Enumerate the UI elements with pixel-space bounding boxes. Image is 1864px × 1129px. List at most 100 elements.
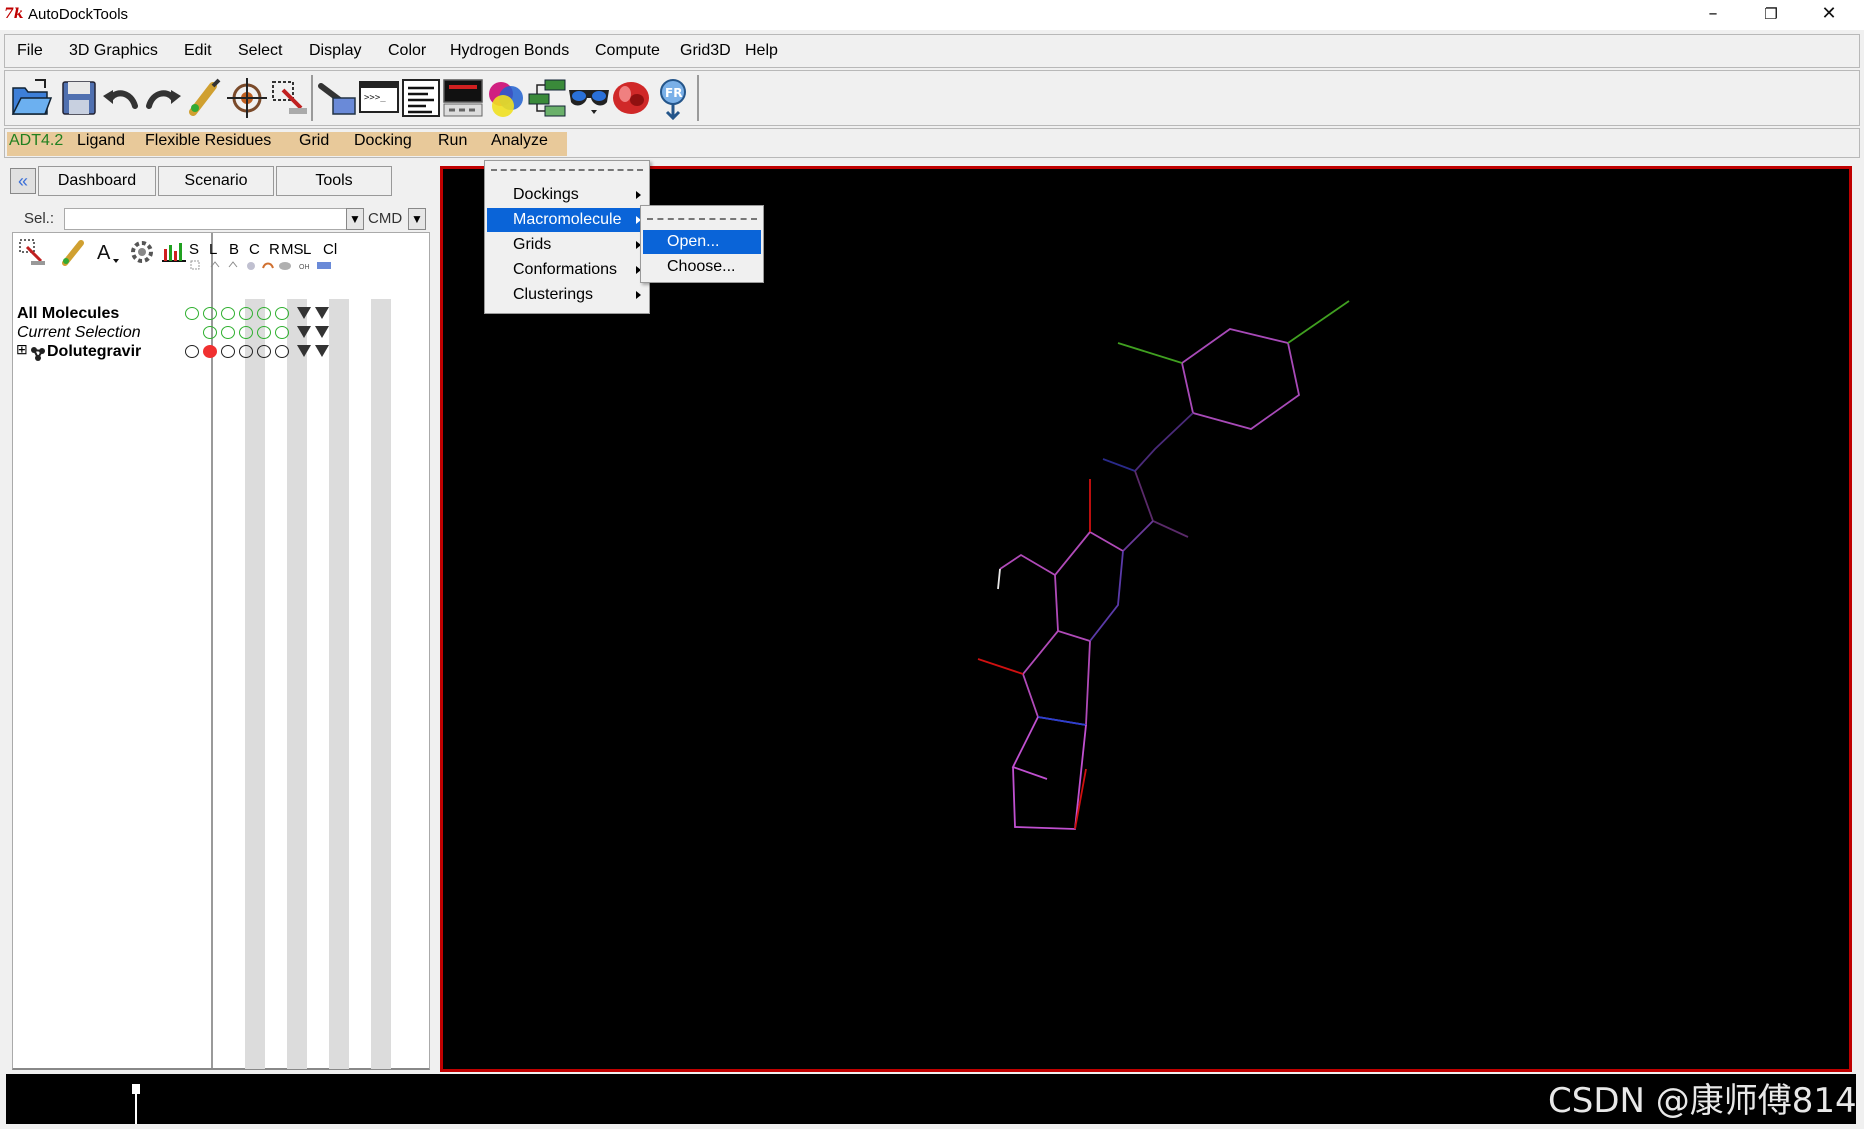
restore-button[interactable]: ❐ bbox=[1742, 0, 1800, 30]
hierarchy-icon[interactable] bbox=[525, 76, 569, 120]
title-bar: 7k AutoDockTools – ❐ ✕ bbox=[0, 0, 1864, 30]
text-list-icon[interactable] bbox=[399, 76, 443, 120]
3d-viewer[interactable] bbox=[440, 166, 1852, 1072]
menu-item-conformations[interactable]: Conformations bbox=[487, 258, 647, 282]
menu-edit[interactable]: Edit bbox=[184, 42, 212, 60]
pick-icon[interactable] bbox=[183, 76, 227, 120]
select-tool-icon[interactable] bbox=[17, 237, 47, 267]
close-button[interactable]: ✕ bbox=[1800, 0, 1858, 30]
python-shell-icon[interactable] bbox=[315, 76, 359, 120]
menu-item-choose[interactable]: Choose... bbox=[643, 255, 761, 279]
collapse-panel-button[interactable]: « bbox=[10, 168, 36, 194]
minimize-button[interactable]: – bbox=[1684, 0, 1742, 30]
menu-hydrogen-bonds[interactable]: Hydrogen Bonds bbox=[450, 42, 569, 60]
menu-item-open[interactable]: Open... bbox=[643, 230, 761, 254]
tk-app-icon: 7k bbox=[4, 6, 24, 22]
tab-tools[interactable]: Tools bbox=[276, 166, 392, 196]
labels-menu-dolutegravir[interactable] bbox=[297, 345, 311, 357]
toggle-msms-all[interactable] bbox=[275, 307, 289, 320]
redo-icon[interactable] bbox=[141, 76, 185, 120]
lower-ring bbox=[1021, 630, 1091, 727]
message-box-icon[interactable]: >>>_ bbox=[357, 76, 401, 120]
color-icon[interactable] bbox=[483, 76, 527, 120]
toggle-bonds-dolutegravir[interactable] bbox=[221, 345, 235, 358]
tree-item-all-molecules[interactable]: All Molecules bbox=[17, 305, 119, 323]
color-menu-all[interactable] bbox=[315, 307, 329, 319]
selection-input[interactable] bbox=[64, 208, 348, 230]
label-tool-icon[interactable]: A bbox=[93, 237, 123, 267]
open-icon[interactable] bbox=[9, 76, 53, 120]
labels-menu-all[interactable] bbox=[297, 307, 311, 319]
tab-scenario[interactable]: Scenario bbox=[158, 166, 274, 196]
adt-tab-version[interactable]: ADT4.2 bbox=[9, 132, 63, 150]
info-icon[interactable]: FR bbox=[651, 76, 695, 120]
adt-tab-run[interactable]: Run bbox=[438, 132, 467, 150]
menu-tearoff[interactable] bbox=[647, 218, 757, 220]
selection-dropdown-button[interactable]: ▼ bbox=[346, 208, 364, 230]
column-stripe bbox=[329, 299, 349, 1069]
menu-select[interactable]: Select bbox=[238, 42, 282, 60]
menu-compute[interactable]: Compute bbox=[595, 42, 660, 60]
center-icon[interactable] bbox=[225, 76, 269, 120]
tree-item-dolutegravir[interactable]: Dolutegravir bbox=[47, 343, 141, 361]
undo-icon[interactable] bbox=[99, 76, 143, 120]
toggle-msms-selection[interactable] bbox=[275, 326, 289, 339]
toggle-ribbon-selection[interactable] bbox=[257, 326, 271, 339]
settings-tool-icon[interactable] bbox=[127, 237, 157, 267]
cmd-dropdown-button[interactable]: ▼ bbox=[408, 208, 426, 230]
menu-3d-graphics[interactable]: 3D Graphics bbox=[69, 42, 158, 60]
menu-item-label: Grids bbox=[513, 236, 552, 253]
toggle-ribbon-dolutegravir[interactable] bbox=[257, 345, 271, 358]
tree-item-current-selection[interactable]: Current Selection bbox=[17, 324, 141, 342]
toggle-cpk-all[interactable] bbox=[239, 307, 253, 320]
adt-tab-flexible-residues[interactable]: Flexible Residues bbox=[145, 132, 271, 150]
menu-item-clusterings[interactable]: Clusterings bbox=[487, 283, 647, 307]
toggle-cpk-dolutegravir[interactable] bbox=[239, 345, 253, 358]
svg-text:>>>_: >>>_ bbox=[364, 93, 386, 103]
save-icon[interactable] bbox=[57, 76, 101, 120]
toggle-bonds-all[interactable] bbox=[221, 307, 235, 320]
toggle-ribbon-all[interactable] bbox=[257, 307, 271, 320]
expand-icon[interactable]: ⊞ bbox=[16, 341, 28, 358]
column-header-bonds: B bbox=[229, 241, 240, 258]
menu-color[interactable]: Color bbox=[388, 42, 426, 60]
toggle-show-dolutegravir[interactable] bbox=[185, 345, 199, 358]
menu-tearoff[interactable] bbox=[491, 169, 643, 171]
toggle-lines-dolutegravir[interactable] bbox=[203, 345, 217, 358]
hydroxyl-bond bbox=[999, 553, 1056, 576]
toggle-msms-dolutegravir[interactable] bbox=[275, 345, 289, 358]
dejavu-icon[interactable] bbox=[609, 76, 653, 120]
adt-tab-docking[interactable]: Docking bbox=[354, 132, 412, 150]
fluorine-bond bbox=[1117, 342, 1183, 364]
carbonyl-bond bbox=[977, 658, 1024, 675]
menu-display[interactable]: Display bbox=[309, 42, 361, 60]
select-icon[interactable] bbox=[267, 76, 311, 120]
color-menu-selection[interactable] bbox=[315, 326, 329, 338]
amide-bond bbox=[1122, 520, 1154, 552]
stereo-glasses-icon[interactable] bbox=[567, 76, 611, 120]
column-header-cpk: C bbox=[249, 241, 260, 258]
labels-menu-selection[interactable] bbox=[297, 326, 311, 338]
menu-file[interactable]: File bbox=[17, 42, 43, 60]
adt-tab-ligand[interactable]: Ligand bbox=[77, 132, 125, 150]
menu-grid3d[interactable]: Grid3D bbox=[680, 42, 731, 60]
menu-item-grids[interactable]: Grids bbox=[487, 233, 647, 257]
adt-tab-grid[interactable]: Grid bbox=[299, 132, 329, 150]
menu-item-macromolecule[interactable]: Macromolecule bbox=[487, 208, 647, 232]
toggle-lines-all[interactable] bbox=[203, 307, 217, 320]
display-icon[interactable] bbox=[441, 76, 485, 120]
amide-bond bbox=[1134, 470, 1189, 538]
toggle-bonds-selection[interactable] bbox=[221, 326, 235, 339]
molecule-icon bbox=[31, 347, 45, 361]
analyze-menu: Dockings Macromolecule Grids Conformatio… bbox=[484, 160, 650, 314]
color-menu-dolutegravir[interactable] bbox=[315, 345, 329, 357]
menu-item-dockings[interactable]: Dockings bbox=[487, 183, 647, 207]
adt-tab-analyze[interactable]: Analyze bbox=[491, 132, 548, 150]
toggle-show-all[interactable] bbox=[185, 307, 199, 320]
column-header-show: S bbox=[189, 241, 200, 258]
tab-dashboard[interactable]: Dashboard bbox=[38, 166, 156, 196]
toggle-cpk-selection[interactable] bbox=[239, 326, 253, 339]
pencil-tool-icon[interactable] bbox=[59, 237, 89, 267]
toggle-lines-selection[interactable] bbox=[203, 326, 217, 339]
menu-help[interactable]: Help bbox=[745, 42, 778, 60]
